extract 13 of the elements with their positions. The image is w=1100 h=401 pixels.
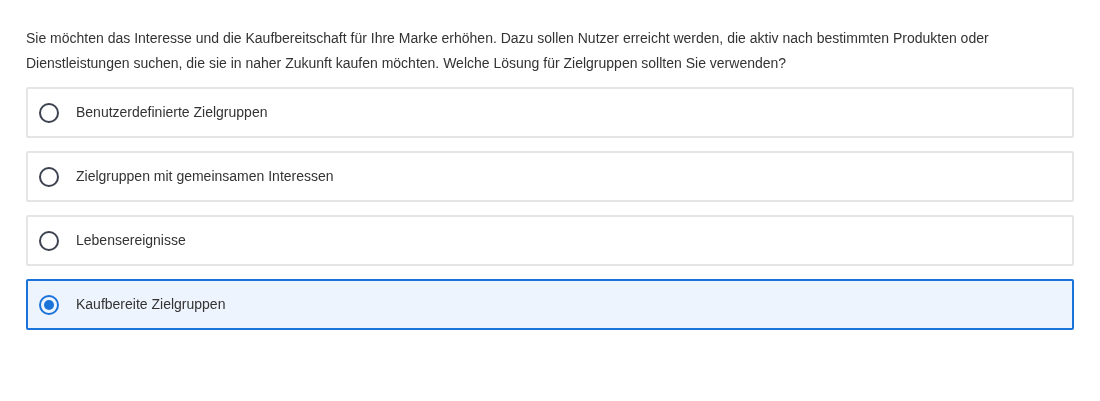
- answer-option[interactable]: Zielgruppen mit gemeinsamen Interessen: [26, 151, 1074, 202]
- option-label: Kaufbereite Zielgruppen: [76, 295, 226, 314]
- radio-button[interactable]: [39, 294, 59, 315]
- answer-option[interactable]: Benutzerdefinierte Zielgruppen: [26, 87, 1074, 138]
- answer-option[interactable]: Lebensereignisse: [26, 215, 1074, 266]
- radio-button[interactable]: [39, 166, 59, 187]
- option-label: Lebensereignisse: [76, 231, 186, 250]
- question-text: Sie möchten das Interesse und die Kaufbereitschaft für Ihre Marke erhöhen. Dazu sollen Nutzer erreicht werden, die aktiv nach bestimmten Produkten oder Dienstleistungen suchen, die sie in naher Zukunft kaufen möchten. Welche Lösung für Zielgruppen sollten Sie verwenden?: [26, 29, 990, 73]
- radio-button[interactable]: [39, 102, 59, 123]
- option-label: Zielgruppen mit gemeinsamen Interessen: [76, 167, 334, 186]
- option-label: Benutzerdefinierte Zielgruppen: [76, 103, 268, 122]
- radio-button[interactable]: [39, 230, 59, 251]
- answer-option[interactable]: Kaufbereite Zielgruppen: [26, 279, 1074, 330]
